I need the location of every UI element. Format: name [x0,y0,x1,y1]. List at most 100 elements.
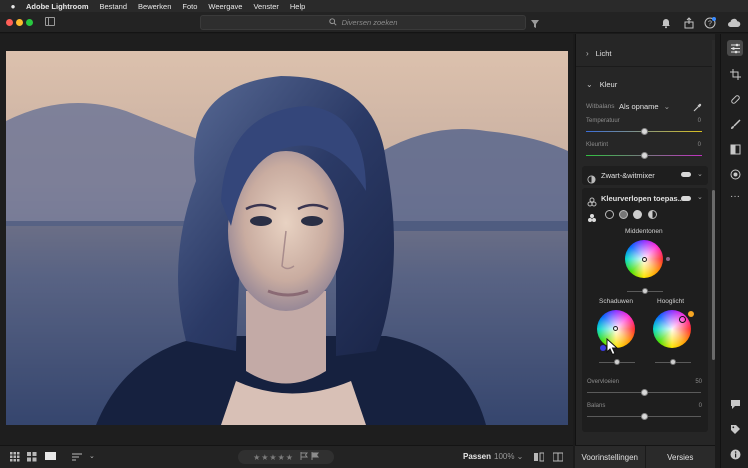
shadows-mode-icon[interactable] [605,210,614,219]
share-icon[interactable] [683,16,695,29]
compare-view-icon[interactable] [534,452,545,464]
menu-bestand[interactable]: Bestand [100,2,128,11]
apple-menu-icon[interactable]: ● [0,2,26,11]
cloud-icon[interactable] [727,16,741,28]
detail-view-icon[interactable] [45,452,56,464]
tint-value[interactable]: 0 [698,142,701,148]
highlights-hue-marker[interactable] [688,311,694,317]
crop-icon[interactable] [727,66,743,82]
sort-icon[interactable] [72,452,82,464]
edit-sliders-icon[interactable] [727,40,743,56]
photo-canvas [0,34,573,445]
blending-value[interactable]: 50 [695,379,702,385]
search-placeholder: Diversen zoeken [341,18,398,27]
info-icon[interactable] [727,446,743,462]
tint-label: Kleurtint [586,142,609,148]
highlights-mode-icon[interactable] [633,210,642,219]
menu-weergave[interactable]: Weergave [208,2,242,11]
photo-preview[interactable] [6,51,568,425]
temperature-label: Temperatuur [586,118,620,124]
radial-gradient-icon[interactable] [727,166,743,182]
bw-mixer-row[interactable]: Zwart-&witmixer ⌄ [582,166,708,185]
midtones-luminance-thumb[interactable] [642,288,648,294]
bell-icon[interactable] [660,16,672,29]
search-icon [328,17,337,28]
comment-icon[interactable] [727,396,743,412]
panel-scrollbar[interactable] [712,40,715,360]
chevron-down-icon[interactable]: ⌄ [89,452,95,460]
global-mode-icon[interactable] [648,210,657,219]
menu-help[interactable]: Help [290,2,305,11]
tab-versions[interactable]: Versies [644,446,716,468]
wb-dropdown[interactable]: Als opname ⌄ [619,102,670,111]
menu-bar: ● Adobe Lightroom Bestand Bewerken Foto … [0,0,748,12]
shadows-wheel-handle[interactable] [613,326,618,331]
midtones-mode-icon[interactable] [619,210,628,219]
highlights-luminance-thumb[interactable] [670,359,676,365]
tint-slider-thumb[interactable] [641,152,648,159]
svg-text:?: ? [708,21,712,28]
flag-reject-icon[interactable] [311,452,319,462]
panel-scroll-thumb[interactable] [712,190,715,360]
temperature-value[interactable]: 0 [698,118,701,124]
chevron-down-icon: ⌄ [586,79,593,89]
highlights-label: Hooglicht [657,298,685,305]
balance-slider-thumb[interactable] [641,413,648,420]
grid-view-icon[interactable] [10,452,20,464]
bw-mixer-label: Zwart-&witmixer [601,171,655,180]
zoom-window-button[interactable] [26,19,33,26]
menu-app-name[interactable]: Adobe Lightroom [26,2,89,11]
color-grading-toggle[interactable] [681,196,691,201]
shadows-label: Schaduwen [599,298,633,305]
bw-mixer-toggle[interactable] [681,172,691,177]
sidebar-toggle-icon[interactable] [45,17,55,26]
three-way-mode-icon[interactable] [587,210,597,228]
menu-bewerken[interactable]: Bewerken [138,2,171,11]
blending-label: Overvloeien [587,379,620,385]
close-window-button[interactable] [6,19,13,26]
highlights-color-wheel[interactable] [653,310,691,348]
midtones-hue-marker[interactable] [666,257,670,261]
chevron-down-icon[interactable]: ⌄ [697,170,703,178]
app-toolbar: Diversen zoeken ? [0,12,748,33]
panel-tabs: Voorinstellingen Versies [575,445,715,468]
midtones-wheel-handle[interactable] [642,257,647,262]
wb-value: Als opname [619,102,659,111]
menu-foto[interactable]: Foto [182,2,197,11]
section-kleur[interactable]: ⌄ Kleur [576,71,716,97]
mouse-cursor-icon [606,337,620,361]
brush-icon[interactable] [727,116,743,132]
linear-gradient-icon[interactable] [727,141,743,157]
tab-presets[interactable]: Voorinstellingen [575,446,645,468]
chevron-right-icon: › [586,49,589,58]
square-grid-icon[interactable] [27,452,37,464]
tag-icon[interactable] [727,421,743,437]
balance-value[interactable]: 0 [699,403,702,409]
wb-label: Witbalans [586,103,615,110]
fit-button[interactable]: Passen [463,452,491,461]
chevron-down-icon[interactable]: ⌄ [697,193,703,201]
tool-rail: ··· [720,34,748,468]
filter-icon[interactable] [530,16,540,34]
color-grading-block: Kleurverlopen toepas... ⌄ Middentonen Sc… [582,188,708,432]
healing-brush-icon[interactable] [727,91,743,107]
bottom-bar: ⌄ ★★★★★ Passen 100% ⌄ [0,445,573,468]
rating-stars[interactable]: ★★★★★ [253,453,294,462]
zoom-dropdown[interactable]: 100% ⌄ [494,452,523,461]
more-icon[interactable]: ··· [727,188,743,204]
blending-slider-thumb[interactable] [641,389,648,396]
star-rating[interactable]: ★★★★★ [238,450,334,464]
section-licht-label: Licht [595,49,612,58]
help-icon[interactable]: ? [704,16,716,29]
edit-panel: › Licht ⌄ Kleur Witbalans Als opname ⌄ T… [575,34,716,445]
menu-venster[interactable]: Venster [253,2,278,11]
highlights-wheel-handle[interactable] [679,316,686,323]
section-licht[interactable]: › Licht [576,41,716,67]
before-after-icon[interactable] [552,452,564,464]
minimize-window-button[interactable] [16,19,23,26]
flag-pick-icon[interactable] [300,452,308,462]
eyedropper-icon[interactable] [692,100,702,118]
search-field[interactable]: Diversen zoeken [200,15,526,30]
temperature-slider-thumb[interactable] [641,128,648,135]
chevron-down-icon: ⌄ [663,102,670,111]
